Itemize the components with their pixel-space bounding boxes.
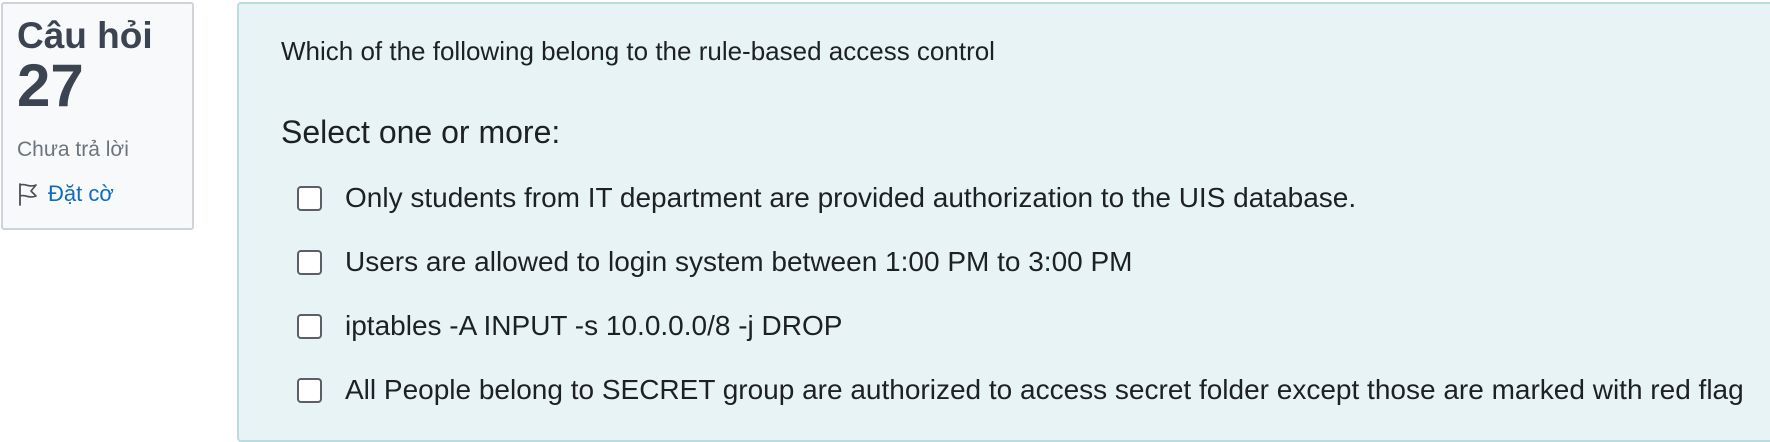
answer-checkbox[interactable]	[297, 185, 322, 211]
answer-option[interactable]: Only students from IT department are pro…	[297, 182, 1356, 214]
answer-label[interactable]: All People belong to SECRET group are au…	[345, 374, 1744, 406]
question-text: Which of the following belong to the rul…	[281, 36, 995, 66]
answer-label[interactable]: iptables -A INPUT -s 10.0.0.0/8 -j DROP	[345, 310, 842, 342]
answer-checkbox[interactable]	[297, 313, 322, 339]
question-label: Câu hỏi	[17, 15, 153, 56]
flag-question-label[interactable]: Đặt cờ	[48, 182, 114, 206]
answer-option[interactable]: Users are allowed to login system betwee…	[297, 246, 1133, 278]
answer-label[interactable]: Only students from IT department are pro…	[345, 182, 1356, 214]
question-info-panel: Câu hỏi 27 Chưa trả lời Đặt cờ	[1, 2, 194, 230]
answer-checkbox[interactable]	[297, 377, 322, 403]
answer-option[interactable]: iptables -A INPUT -s 10.0.0.0/8 -j DROP	[297, 310, 842, 342]
answer-prompt: Select one or more:	[281, 114, 561, 150]
question-state: Chưa trả lời	[17, 138, 129, 161]
flag-icon	[19, 183, 37, 206]
question-content: Which of the following belong to the rul…	[237, 2, 1770, 442]
question-number: 27	[17, 52, 84, 119]
answer-label[interactable]: Users are allowed to login system betwee…	[345, 246, 1133, 278]
flag-question-button[interactable]: Đặt cờ	[17, 182, 192, 206]
answer-option[interactable]: All People belong to SECRET group are au…	[297, 374, 1744, 406]
answer-checkbox[interactable]	[297, 249, 322, 275]
